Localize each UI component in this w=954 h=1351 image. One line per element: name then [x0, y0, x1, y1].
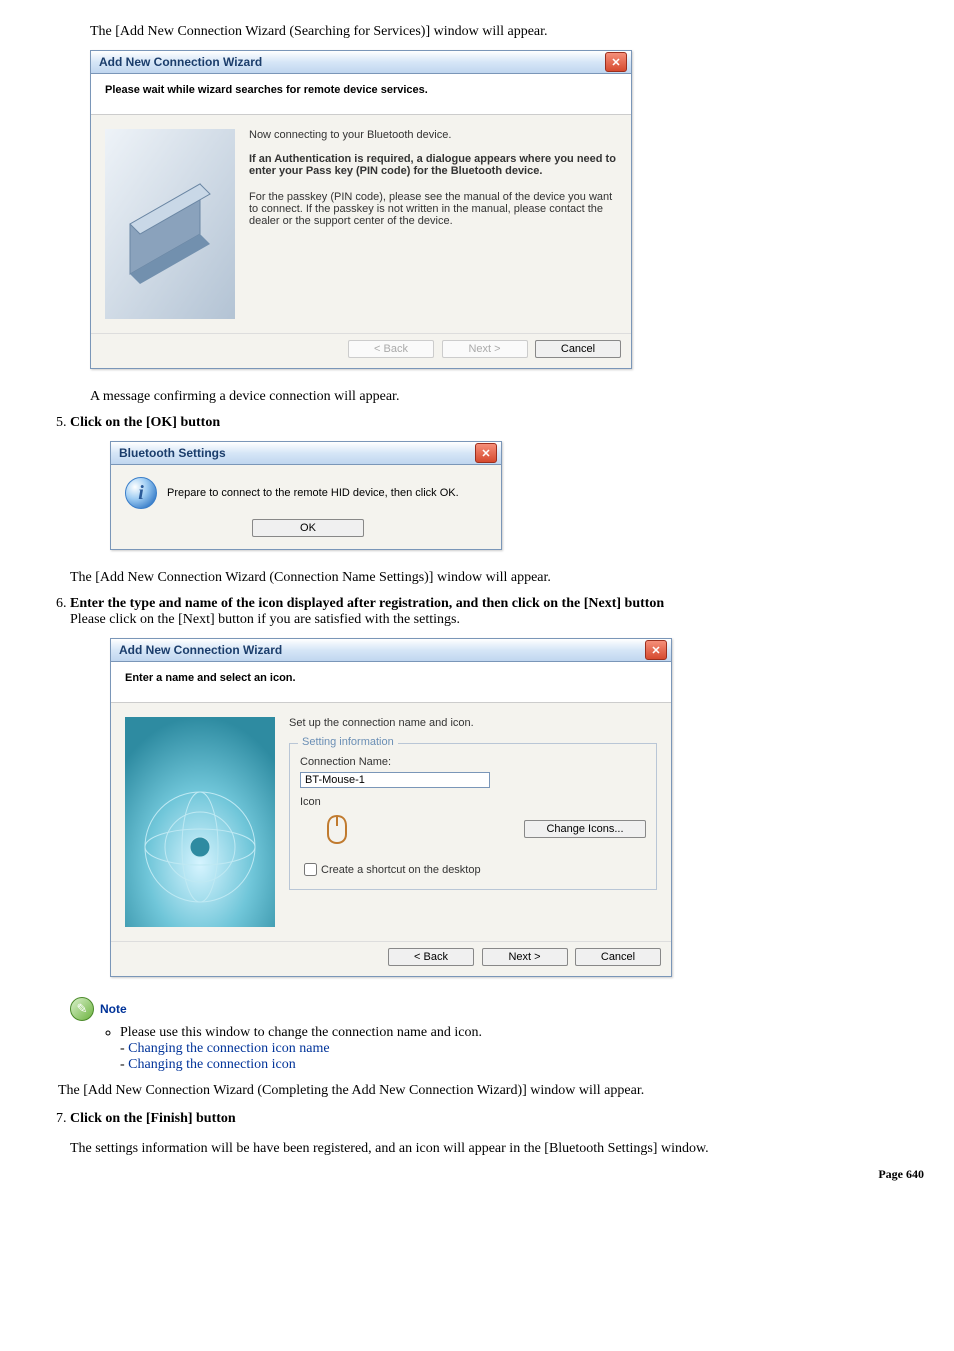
intro-text: The [Add New Connection Wizard (Searchin… [90, 24, 924, 40]
close-icon[interactable]: ✕ [605, 52, 627, 72]
step7-label: Click on the [Finish] button [70, 1111, 236, 1126]
msgbox-body: i Prepare to connect to the remote HID d… [111, 465, 501, 515]
close-icon[interactable]: ✕ [475, 443, 497, 463]
after-msgbox-text: The [Add New Connection Wizard (Connecti… [70, 570, 924, 586]
wizard1-titlebar: Add New Connection Wizard ✕ [91, 51, 631, 74]
wizard-name-icon: Add New Connection Wizard ✕ Enter a name… [110, 638, 672, 977]
note-bullet: Please use this window to change the con… [120, 1025, 924, 1073]
note-label: Note [100, 1002, 127, 1016]
wizard2-header: Enter a name and select an icon. [111, 662, 671, 703]
ok-button[interactable]: OK [252, 519, 364, 537]
link-change-icon-name[interactable]: Changing the connection icon name [128, 1041, 329, 1056]
msgbox-footer: OK [111, 515, 501, 549]
back-button[interactable]: < Back [388, 948, 474, 966]
wizard2-intro: Set up the connection name and icon. [289, 717, 657, 729]
mouse-icon [320, 812, 354, 846]
cancel-button[interactable]: Cancel [575, 948, 661, 966]
note-link2-prefix: - [120, 1057, 128, 1072]
after-wizard1-text: A message confirming a device connection… [90, 389, 924, 405]
setting-info-legend: Setting information [298, 736, 398, 748]
wizard2-titlebar: Add New Connection Wizard ✕ [111, 639, 671, 662]
msgbox-text: Prepare to connect to the remote HID dev… [167, 487, 459, 499]
back-button: < Back [348, 340, 434, 358]
change-icons-button[interactable]: Change Icons... [524, 820, 646, 838]
wizard1-side-image [105, 129, 235, 319]
wizard-searching-services: Add New Connection Wizard ✕ Please wait … [90, 50, 632, 369]
step-5: Click on the [OK] button Bluetooth Setti… [70, 415, 924, 586]
wizard2-body: Set up the connection name and icon. Set… [111, 703, 671, 941]
info-icon: i [125, 477, 157, 509]
wizard1-bold-block: If an Authentication is required, a dial… [249, 153, 617, 177]
wizard2-content: Set up the connection name and icon. Set… [289, 717, 657, 927]
icon-label: Icon [300, 796, 646, 808]
note-link1-prefix: - [120, 1041, 128, 1056]
setting-info-group: Setting information Connection Name: Ico… [289, 743, 657, 890]
note-heading: ✎ Note [70, 997, 924, 1021]
shortcut-checkbox[interactable] [304, 863, 317, 876]
link-change-icon[interactable]: Changing the connection icon [128, 1057, 296, 1072]
note-icon: ✎ [70, 997, 94, 1021]
cancel-button[interactable]: Cancel [535, 340, 621, 358]
wizard2-footer: < Back Next > Cancel [111, 941, 671, 976]
step-7: Click on the [Finish] button The setting… [70, 1111, 924, 1157]
wizard1-line2: For the passkey (PIN code), please see t… [249, 191, 617, 227]
wizard1-title: Add New Connection Wizard [95, 55, 605, 69]
shortcut-checkbox-label: Create a shortcut on the desktop [321, 864, 481, 876]
close-icon[interactable]: ✕ [645, 640, 667, 660]
note-bullet-intro: Please use this window to change the con… [120, 1025, 482, 1040]
next-button[interactable]: Next > [482, 948, 568, 966]
msgbox-titlebar: Bluetooth Settings ✕ [111, 442, 501, 465]
next-button: Next > [442, 340, 528, 358]
step5-label: Click on the [OK] button [70, 415, 220, 430]
wizard2-side-image [125, 717, 275, 927]
msgbox-title: Bluetooth Settings [115, 446, 475, 460]
bluetooth-settings-msgbox: Bluetooth Settings ✕ i Prepare to connec… [110, 441, 502, 550]
connection-name-input[interactable] [300, 772, 490, 788]
page-number: Page 640 [50, 1167, 924, 1182]
after-note-text: The [Add New Connection Wizard (Completi… [58, 1083, 924, 1099]
step6-detail: Please click on the [Next] button if you… [70, 612, 460, 627]
wizard1-content: Now connecting to your Bluetooth device.… [249, 129, 617, 319]
connection-name-label: Connection Name: [300, 756, 646, 768]
shortcut-checkbox-row: Create a shortcut on the desktop [300, 860, 646, 879]
wizard1-header: Please wait while wizard searches for re… [91, 74, 631, 115]
wizard2-title: Add New Connection Wizard [115, 643, 645, 657]
step7-detail: The settings information will be have be… [70, 1141, 924, 1157]
wizard1-body: Now connecting to your Bluetooth device.… [91, 115, 631, 333]
wizard1-footer: < Back Next > Cancel [91, 333, 631, 368]
step-6: Enter the type and name of the icon disp… [70, 596, 924, 977]
step6-label: Enter the type and name of the icon disp… [70, 596, 664, 611]
wizard1-line1: Now connecting to your Bluetooth device. [249, 129, 617, 141]
